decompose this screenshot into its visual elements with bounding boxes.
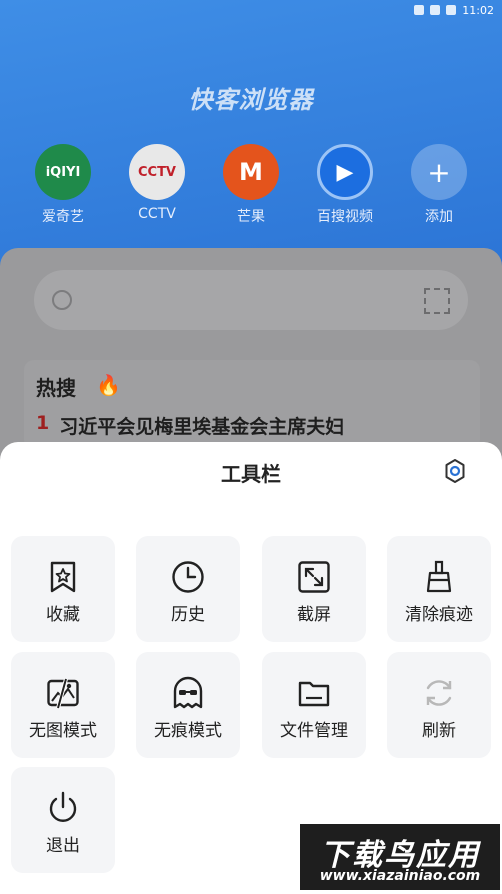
status-bar: 11:02 (414, 0, 502, 20)
iqiyi-logo-icon: iQIYI (35, 144, 91, 200)
watermark: 下载鸟应用 www.xiazainiao.com (300, 824, 500, 890)
toolbar-item-label: 无痕模式 (154, 721, 222, 741)
toolbar-item-label: 刷新 (422, 721, 456, 741)
browser-title: 快客浏览器 (188, 86, 314, 114)
broom-icon (426, 560, 452, 593)
shortcut-label: CCTV (138, 206, 176, 222)
fire-icon: 🔥 (96, 373, 121, 397)
status-time: 11:02 (462, 3, 494, 17)
shortcut-add[interactable]: + 添加 (394, 144, 484, 226)
shortcut-label: 芒果 (237, 209, 265, 225)
hot-rank: 1 (36, 412, 50, 434)
toolbar-item-clear-traces[interactable]: 清除痕迹 (387, 536, 491, 642)
toolbar-item-label: 收藏 (46, 605, 80, 625)
power-icon (49, 791, 77, 822)
watermark-url: www.xiazainiao.com (319, 868, 481, 884)
toolbar-item-incognito-mode[interactable]: 无痕模式 (136, 652, 240, 758)
cctv-logo-icon: CCTV (129, 144, 185, 200)
toolbar-item-label: 清除痕迹 (405, 605, 473, 625)
toolbar-item-no-image-mode[interactable]: 无图模式 (11, 652, 115, 758)
baisou-video-logo-icon: ▶ (317, 144, 373, 200)
wifi-icon (414, 5, 425, 15)
toolbar-item-history[interactable]: 历史 (136, 536, 240, 642)
hot-search-title: 热搜 (36, 376, 76, 400)
toolbar-item-screenshot[interactable]: 截屏 (262, 536, 366, 642)
signal-icon (430, 5, 441, 15)
search-input[interactable] (34, 270, 468, 330)
hot-search-item[interactable]: 1 习近平会见梅里埃基金会主席夫妇 (36, 412, 344, 439)
toolbar-item-refresh[interactable]: 刷新 (387, 652, 491, 758)
shortcut-label: 添加 (425, 209, 453, 225)
toolbar-title: 工具栏 (221, 462, 281, 486)
bookmark-star-icon (50, 561, 76, 593)
search-icon (52, 290, 72, 310)
hot-item-text: 习近平会见梅里埃基金会主席夫妇 (59, 416, 345, 438)
toolbar-item-bookmark[interactable]: 收藏 (11, 536, 115, 642)
shortcut-mango[interactable]: M 芒果 (206, 144, 296, 226)
settings-gear-icon[interactable] (442, 458, 468, 484)
toolbar-item-label: 无图模式 (29, 721, 97, 741)
screenshot-icon (298, 561, 330, 593)
toolbar-item-file-manager[interactable]: 文件管理 (262, 652, 366, 758)
toolbar-item-label: 截屏 (297, 605, 331, 625)
toolbar-item-label: 历史 (171, 605, 205, 625)
folder-icon (298, 681, 330, 707)
refresh-icon (426, 680, 452, 706)
toolbar-item-exit[interactable]: 退出 (11, 767, 115, 873)
battery-icon (446, 5, 457, 15)
no-image-icon (47, 678, 79, 709)
scan-icon[interactable] (424, 288, 450, 314)
toolbar-item-label: 退出 (46, 836, 80, 856)
clock-icon (172, 561, 204, 593)
shortcut-label: 百搜视频 (317, 209, 373, 225)
shortcut-cctv[interactable]: CCTV CCTV (112, 144, 202, 222)
toolbar-item-label: 文件管理 (280, 721, 348, 741)
shortcut-iqiyi[interactable]: iQIYI 爱奇艺 (18, 144, 108, 226)
shortcut-label: 爱奇艺 (42, 209, 84, 225)
mango-logo-icon: M (223, 144, 279, 200)
shortcut-baisou-video[interactable]: ▶ 百搜视频 (300, 144, 390, 226)
incognito-ghost-icon (173, 676, 203, 709)
add-icon: + (411, 144, 467, 200)
